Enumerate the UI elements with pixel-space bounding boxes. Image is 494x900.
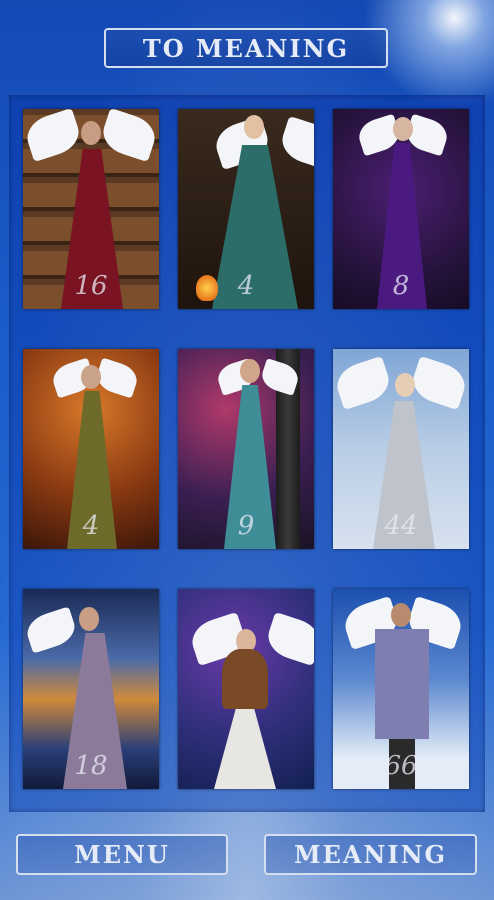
card-number: 9 xyxy=(237,511,255,541)
angel-head xyxy=(79,607,99,631)
angel-card-6[interactable]: 44 xyxy=(333,349,469,549)
meaning-button[interactable]: MEANING xyxy=(264,834,477,875)
card-number: 18 xyxy=(74,751,108,781)
angel-robe xyxy=(375,629,429,739)
wing-left xyxy=(333,355,394,411)
angel-card-4[interactable]: 4 xyxy=(23,349,159,549)
angel-card-8[interactable] xyxy=(178,589,314,789)
angel-card-1[interactable]: 16 xyxy=(23,109,159,309)
card-number: 4 xyxy=(82,511,100,541)
wing-right xyxy=(263,611,314,667)
card-number: 16 xyxy=(74,271,108,301)
angel-card-2[interactable]: 4 xyxy=(178,109,314,309)
card-grid-panel: 16 4 8 4 9 44 18 66 xyxy=(9,95,485,812)
to-meaning-button[interactable]: TO MEANING xyxy=(104,28,388,68)
wing-left xyxy=(23,606,80,654)
angel-dress xyxy=(214,709,276,789)
card-number: 66 xyxy=(384,751,418,781)
angel-head xyxy=(244,115,264,139)
angel-card-9[interactable]: 66 xyxy=(333,589,469,789)
card-number: 4 xyxy=(237,271,255,301)
card-number: 44 xyxy=(384,511,418,541)
menu-button[interactable]: MENU xyxy=(16,834,228,875)
wing-right xyxy=(408,355,469,411)
angel-card-7[interactable]: 18 xyxy=(23,589,159,789)
card-number: 8 xyxy=(392,271,410,301)
angel-hair xyxy=(222,649,268,709)
angel-head xyxy=(393,117,413,141)
angel-head xyxy=(81,121,101,145)
angel-head xyxy=(391,603,411,627)
wing-right xyxy=(98,109,159,163)
wing-left xyxy=(23,109,84,163)
angel-head xyxy=(395,373,415,397)
angel-head xyxy=(81,365,101,389)
wing-right xyxy=(277,115,314,171)
angel-card-5[interactable]: 9 xyxy=(178,349,314,549)
angel-card-3[interactable]: 8 xyxy=(333,109,469,309)
angel-head xyxy=(240,359,260,383)
